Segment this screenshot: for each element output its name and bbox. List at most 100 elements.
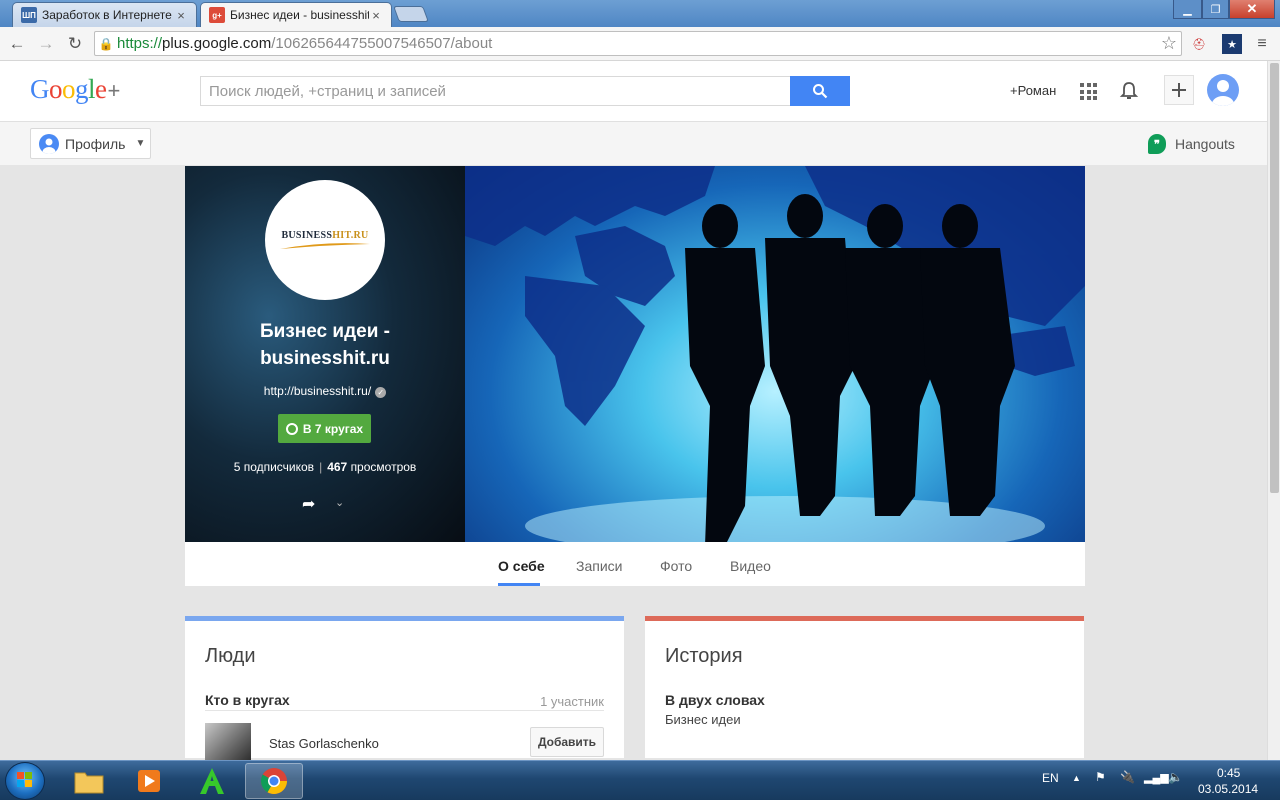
network-signal-icon[interactable]: ▂▄▆	[1144, 771, 1169, 784]
verified-check-icon: ✓	[375, 387, 387, 398]
account-avatar[interactable]	[1207, 74, 1239, 106]
circles-button-label: В 7 кругах	[302, 421, 364, 436]
hangouts-icon: ❞	[1148, 134, 1166, 154]
profile-tabs: О себе Записи Фото Видео	[185, 542, 1085, 586]
people-card: Люди Кто в кругах 1 участник Stas Gorlas…	[185, 616, 624, 760]
divider	[205, 710, 604, 711]
story-card: История В двух словах Бизнес идеи	[645, 616, 1084, 758]
profile-stats: 5 подписчиков | 467 просмотров	[185, 460, 465, 474]
search-button[interactable]	[790, 76, 850, 106]
media-player-taskbar-icon[interactable]	[120, 763, 178, 799]
followers-count[interactable]: 5 подписчиков	[234, 460, 314, 474]
close-window-button[interactable]: ✕	[1229, 0, 1275, 19]
person-avatar[interactable]	[205, 723, 251, 760]
url-scheme: https://	[117, 35, 163, 52]
views-count: 467	[327, 460, 348, 474]
profile-logo-swoosh	[280, 242, 370, 249]
apps-grid-icon[interactable]	[1080, 83, 1097, 100]
windows-logo-icon	[17, 772, 32, 787]
bookmark-star-icon[interactable]: ☆	[1161, 33, 1177, 54]
circle-icon	[285, 422, 298, 435]
tab-posts[interactable]: Записи	[576, 558, 622, 574]
url-path: /106265644755007546507/about	[271, 35, 493, 52]
hangouts-label: Hangouts	[1175, 136, 1235, 152]
share-menu-chevron-icon[interactable]: ⌄	[335, 496, 344, 509]
windows-taskbar: EN ▲ ⚑ 🔌 ▂▄▆ 🔈 0:45 03.05.2014	[0, 760, 1280, 800]
power-icon[interactable]: 🔌	[1120, 770, 1135, 784]
green-a-app-taskbar-icon[interactable]	[183, 763, 241, 799]
chrome-taskbar-icon[interactable]	[245, 763, 303, 799]
extension-icon-2[interactable]: ★	[1222, 34, 1242, 54]
user-profile-link[interactable]: +Роман	[1010, 83, 1056, 98]
gplus-header: Google+ Поиск людей, +страниц и записей …	[0, 61, 1267, 121]
user-silhouette-icon	[1212, 80, 1234, 106]
profile-menu-label: Профиль	[65, 135, 126, 152]
circles-button[interactable]: В 7 кругах	[278, 414, 371, 443]
profile-logo-text: BUSINESSHIT.RU	[281, 229, 369, 241]
person-name[interactable]: Stas Gorlaschenko	[269, 736, 379, 751]
google-plus-favicon: g+	[209, 7, 225, 23]
members-count: 1 участник	[540, 694, 604, 709]
tab-photos[interactable]: Фото	[660, 558, 692, 574]
active-tab-indicator	[498, 583, 540, 586]
green-a-icon	[200, 768, 224, 794]
search-icon	[813, 84, 828, 99]
url-host: plus.google.com	[162, 35, 272, 52]
vertical-scrollbar[interactable]	[1267, 61, 1280, 760]
address-bar[interactable]: 🔒 https:// plus.google.com /106265644755…	[94, 31, 1182, 56]
extension-icon-1[interactable]: ⛑	[1189, 34, 1209, 54]
share-plus-icon[interactable]	[1164, 75, 1194, 105]
browser-tab-1[interactable]: ШП Заработок в Интернете | ×	[12, 2, 197, 27]
profile-name: Бизнес идеи - businesshit.ru	[185, 318, 465, 372]
site-favicon: ШП	[21, 7, 37, 23]
chrome-icon	[260, 768, 288, 795]
search-input[interactable]: Поиск людей, +страниц и записей	[200, 76, 791, 106]
profile-logo: BUSINESSHIT.RU	[265, 180, 385, 300]
forward-icon[interactable]: →	[35, 33, 57, 55]
story-card-title: История	[665, 645, 743, 667]
browser-tab-2[interactable]: g+ Бизнес идеи - businesshit ×	[200, 2, 392, 27]
start-button[interactable]	[5, 762, 45, 800]
close-tab-icon[interactable]: ×	[174, 8, 188, 23]
share-icon[interactable]: ➦	[302, 494, 315, 514]
hangouts-button[interactable]: ❞ Hangouts	[1148, 134, 1235, 154]
google-plus-logo[interactable]: Google+	[30, 74, 120, 105]
back-icon[interactable]: ←	[6, 33, 28, 55]
browser-toolbar: ← → ↻ 🔒 https:// plus.google.com /106265…	[0, 27, 1280, 61]
browser-titlebar: ШП Заработок в Интернете | × g+ Бизнес и…	[0, 0, 1280, 27]
tab-about[interactable]: О себе	[498, 558, 545, 574]
profile-icon	[39, 133, 59, 154]
add-person-button[interactable]: Добавить	[530, 727, 604, 757]
in-circles-heading[interactable]: Кто в кругах	[205, 692, 290, 708]
clock-time[interactable]: 0:45	[1217, 766, 1240, 780]
new-tab-button[interactable]	[393, 6, 429, 22]
close-tab-icon[interactable]: ×	[369, 8, 383, 23]
profile-menu-button[interactable]: Профиль ▼	[30, 128, 151, 159]
language-indicator[interactable]: EN	[1042, 771, 1059, 785]
explorer-taskbar-icon[interactable]	[60, 763, 118, 799]
profile-url-text[interactable]: http://businesshit.ru/	[264, 384, 371, 398]
folder-icon	[74, 772, 104, 794]
scrollbar-thumb[interactable]	[1270, 63, 1279, 493]
chevron-down-icon: ▼	[135, 138, 146, 149]
tab-title: Бизнес идеи - businesshit	[230, 8, 369, 22]
profile-name-line2: businesshit.ru	[260, 348, 390, 369]
action-center-flag-icon[interactable]: ⚑	[1095, 770, 1106, 784]
media-player-icon	[138, 770, 160, 792]
profile-url[interactable]: http://businesshit.ru/ ✓	[185, 384, 465, 398]
reload-icon[interactable]: ↻	[64, 33, 86, 55]
clock-date[interactable]: 03.05.2014	[1198, 782, 1258, 796]
stats-separator: |	[319, 460, 323, 474]
maximize-button[interactable]: ❐	[1202, 0, 1229, 19]
menu-icon[interactable]: ≡	[1252, 34, 1272, 54]
tab-title: Заработок в Интернете |	[42, 8, 174, 22]
lock-icon: 🔒	[98, 36, 114, 51]
people-card-title: Люди	[205, 645, 256, 667]
tab-videos[interactable]: Видео	[730, 558, 771, 574]
show-hidden-icons-arrow-icon[interactable]: ▲	[1072, 773, 1081, 783]
profile-name-line1: Бизнес идеи -	[259, 321, 390, 342]
gplus-subbar: Профиль ▼ ❞ Hangouts	[0, 121, 1267, 165]
minimize-button[interactable]: ▁	[1173, 0, 1202, 19]
notifications-bell-icon[interactable]	[1118, 80, 1140, 102]
volume-icon[interactable]: 🔈	[1168, 770, 1183, 784]
